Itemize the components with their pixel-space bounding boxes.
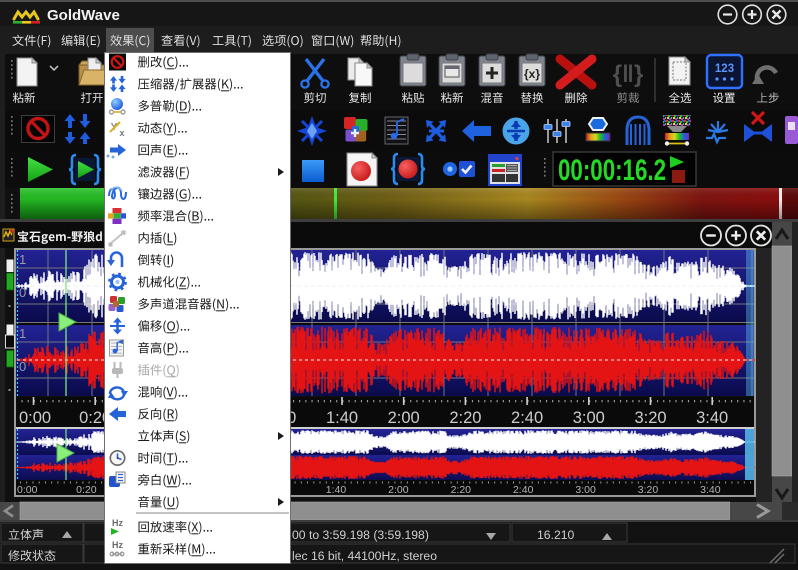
svg-text:x: x xyxy=(119,128,124,138)
svg-text:Hz: Hz xyxy=(112,518,123,528)
svg-text:{x}: {x} xyxy=(524,67,540,81)
svg-text:GoldWave: GoldWave xyxy=(47,7,120,24)
svg-text:3:40: 3:40 xyxy=(700,484,721,496)
svg-text:0: 0 xyxy=(19,359,26,374)
svg-text:2:20: 2:20 xyxy=(451,484,472,496)
svg-text:0: 0 xyxy=(19,285,26,300)
svg-text:3:20: 3:20 xyxy=(634,409,666,427)
svg-text:2:20: 2:20 xyxy=(449,409,481,427)
svg-text:2:00: 2:00 xyxy=(388,484,409,496)
svg-text:2:40: 2:40 xyxy=(513,484,534,496)
svg-text:0:20: 0:20 xyxy=(76,484,97,496)
svg-text:3:40: 3:40 xyxy=(696,409,728,427)
svg-text:Hz: Hz xyxy=(112,540,123,550)
svg-text:1:40: 1:40 xyxy=(326,409,358,427)
svg-text:0:00: 0:00 xyxy=(19,409,51,427)
svg-text:1: 1 xyxy=(19,326,26,341)
svg-text:1: 1 xyxy=(19,252,26,267)
svg-text:3:20: 3:20 xyxy=(638,484,659,496)
svg-text:1:40: 1:40 xyxy=(326,484,347,496)
svg-text:2:40: 2:40 xyxy=(511,409,543,427)
svg-text:00 to 3:59.198 (3:59.198): 00 to 3:59.198 (3:59.198) xyxy=(292,528,429,542)
svg-text:3:00: 3:00 xyxy=(573,409,605,427)
svg-text:0:00: 0:00 xyxy=(17,484,38,496)
svg-text:{‖}: {‖} xyxy=(613,61,644,88)
svg-text:00:00:16.2: 00:00:16.2 xyxy=(558,154,666,187)
svg-text:16.210: 16.210 xyxy=(537,528,574,542)
svg-text:123: 123 xyxy=(715,63,734,75)
svg-text:3:00: 3:00 xyxy=(575,484,596,496)
svg-text:2:00: 2:00 xyxy=(388,409,420,427)
svg-text:lec 16 bit, 44100Hz, stereo: lec 16 bit, 44100Hz, stereo xyxy=(292,549,437,563)
